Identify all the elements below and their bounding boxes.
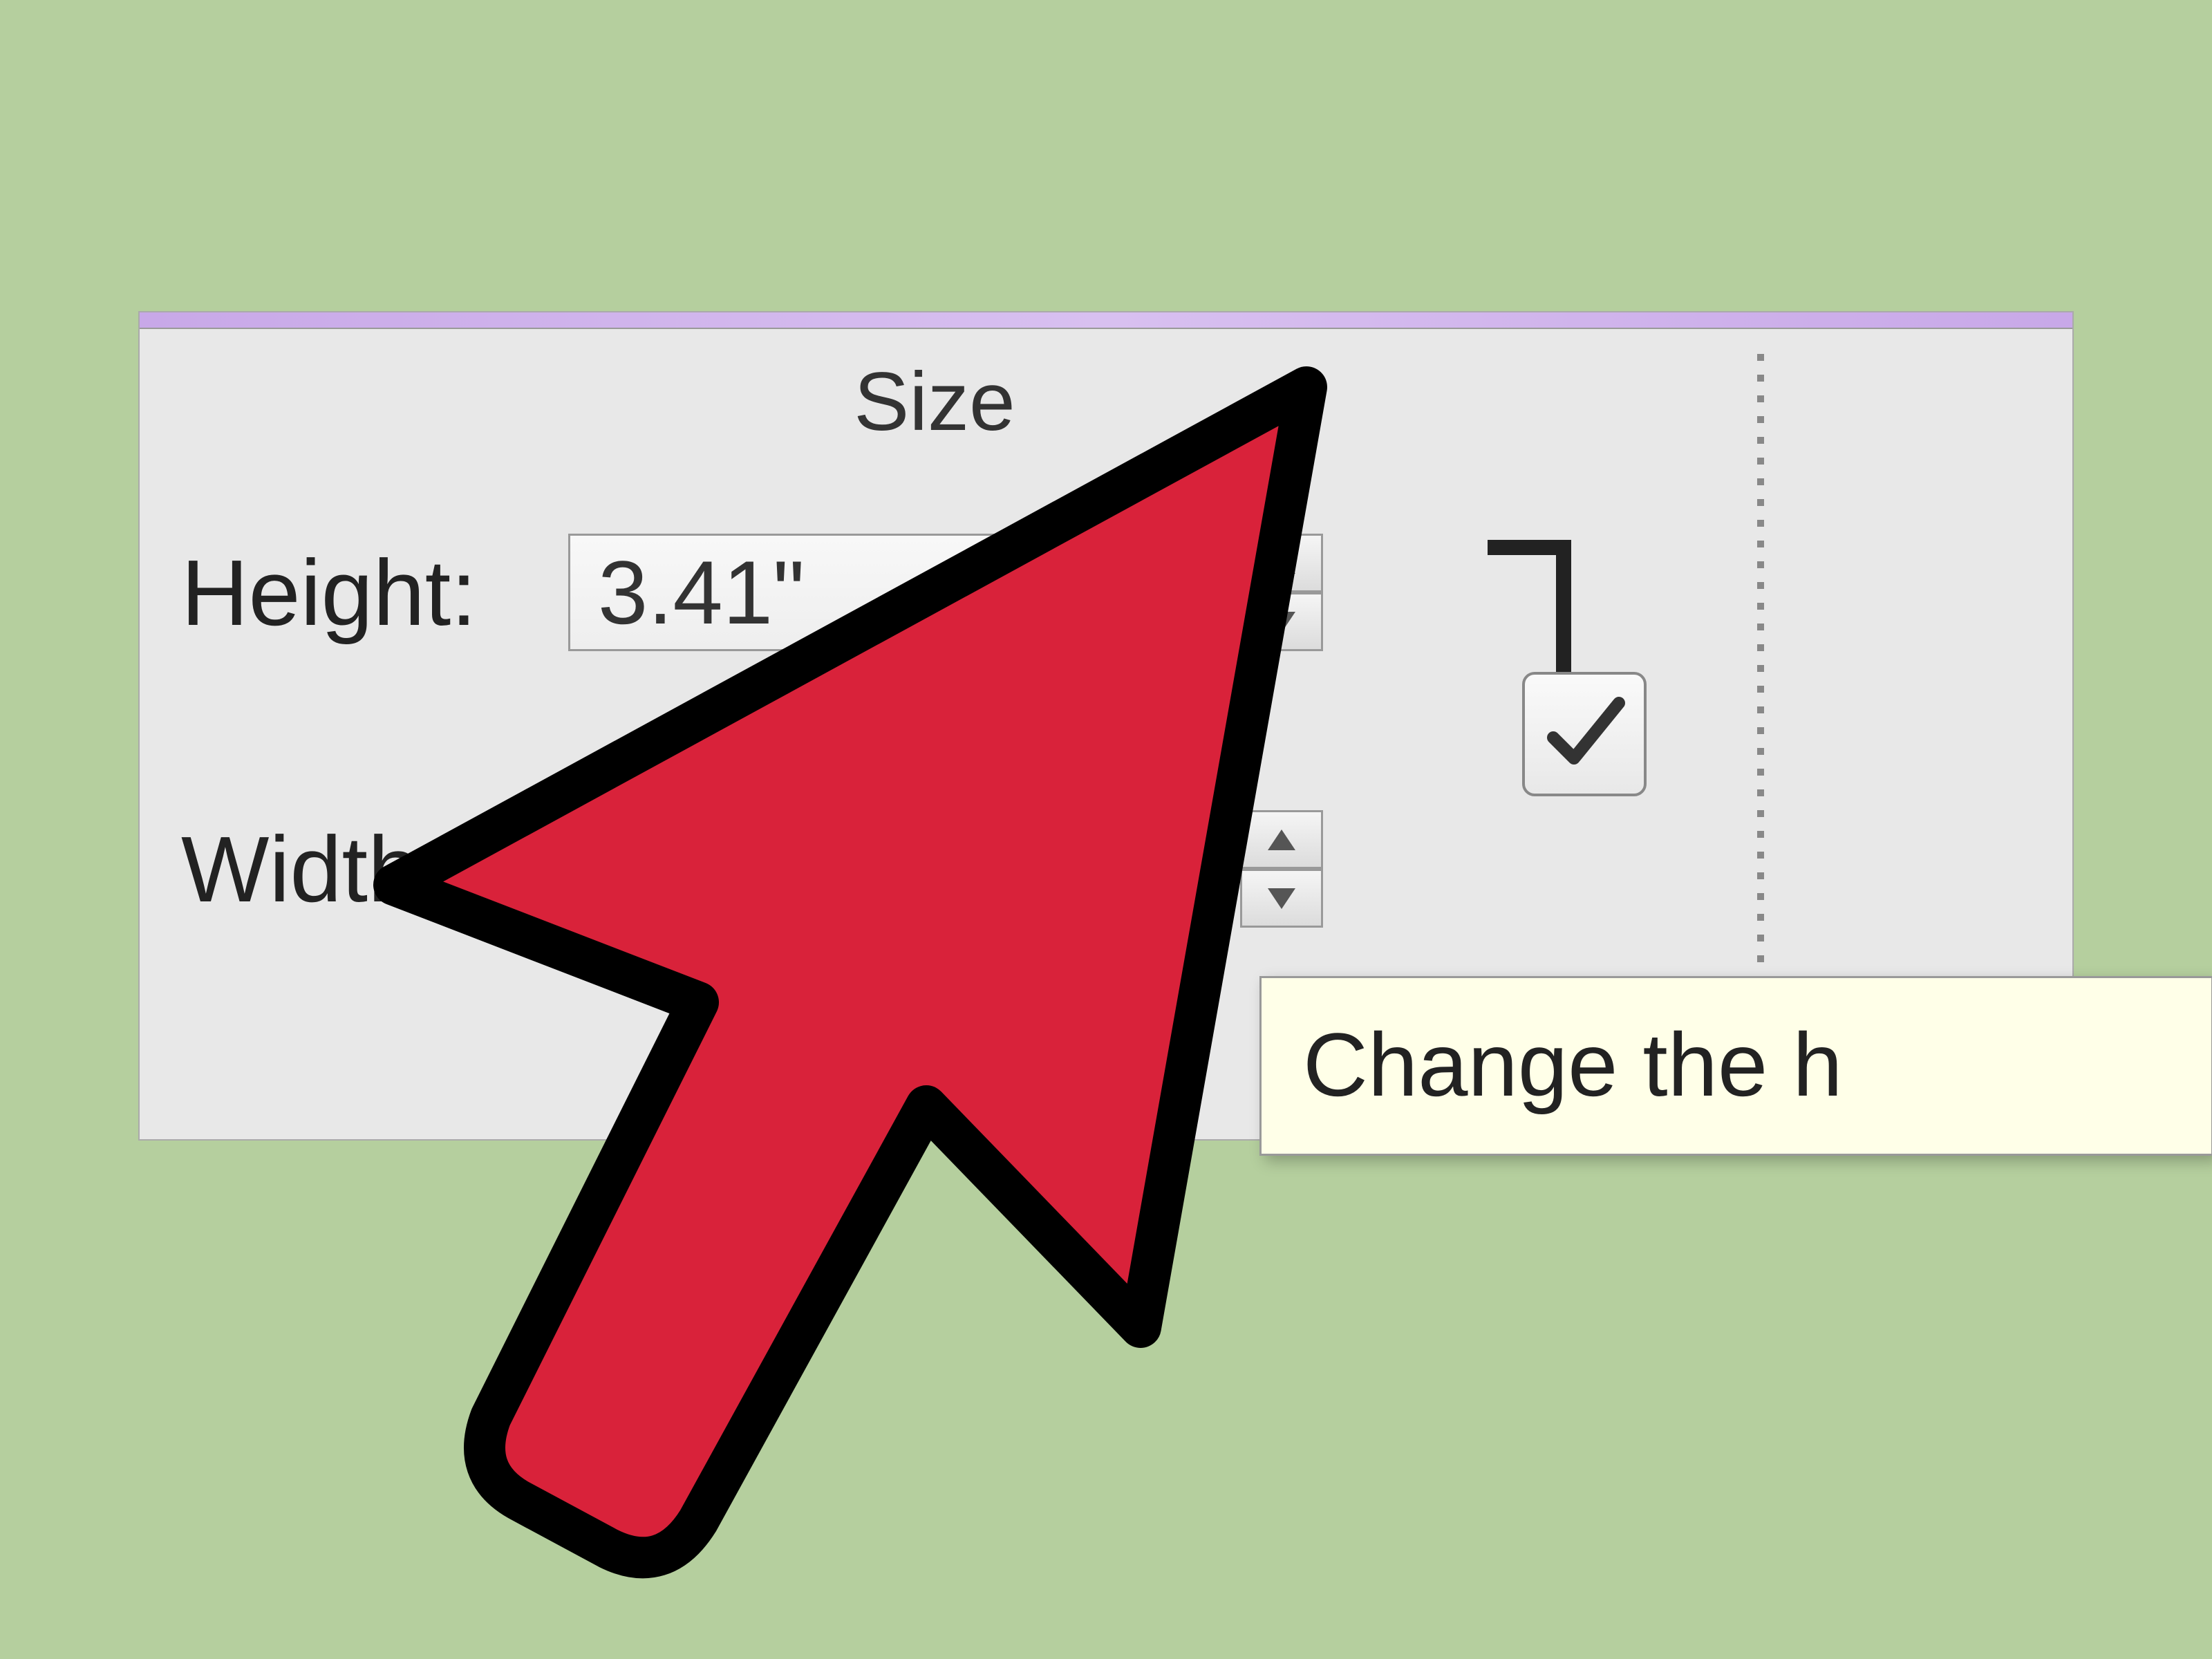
- chevron-down-icon: [1264, 608, 1299, 636]
- lock-aspect-checkbox[interactable]: [1522, 672, 1647, 796]
- tooltip: Change the h: [1259, 976, 2212, 1156]
- height-label: Height:: [181, 539, 527, 646]
- chevron-down-icon: [1264, 885, 1299, 912]
- chevron-up-icon: [1264, 826, 1299, 854]
- width-up-button[interactable]: [1240, 810, 1323, 869]
- chevron-up-icon: [1264, 550, 1299, 577]
- height-down-button[interactable]: [1240, 592, 1323, 651]
- height-input[interactable]: [568, 534, 1232, 651]
- panel-accent-bar: [140, 312, 2072, 329]
- width-down-button[interactable]: [1240, 869, 1323, 928]
- height-up-button[interactable]: [1240, 534, 1323, 592]
- width-input-group: [568, 810, 1323, 928]
- width-row: Width:: [181, 810, 1323, 928]
- size-panel: Size Height: Width:: [138, 311, 2074, 1141]
- height-row: Height:: [181, 534, 1323, 651]
- checkmark-icon: [1539, 689, 1629, 779]
- width-spinner: [1240, 810, 1323, 928]
- width-label: Width:: [181, 816, 527, 923]
- section-title: Size: [140, 354, 1730, 449]
- height-spinner: [1240, 534, 1323, 651]
- tooltip-text: Change the h: [1303, 1014, 1843, 1115]
- height-input-group: [568, 534, 1323, 651]
- section-divider: [1757, 354, 1764, 976]
- width-input[interactable]: [568, 810, 1232, 928]
